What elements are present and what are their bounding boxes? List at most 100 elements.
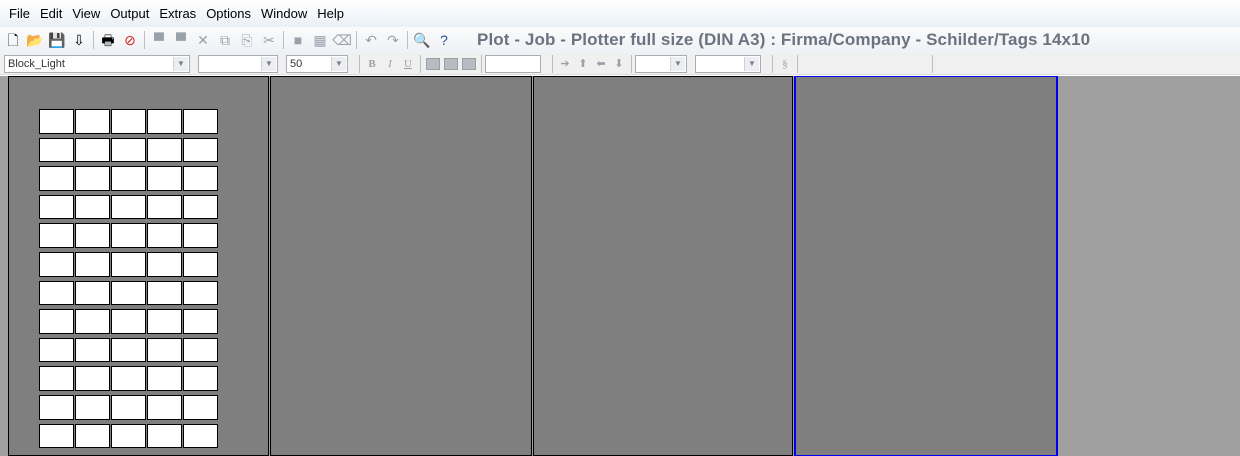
- tag-cell[interactable]: [39, 251, 74, 277]
- chevron-down-icon[interactable]: ▼: [670, 56, 685, 71]
- edit-tag-icon[interactable]: ▀: [170, 29, 192, 51]
- tag-cell[interactable]: [75, 251, 110, 277]
- help-icon[interactable]: ?: [433, 29, 455, 51]
- option-select-1[interactable]: ▼: [635, 54, 687, 73]
- paste-icon[interactable]: ⎘: [236, 29, 258, 51]
- tag-cell[interactable]: [147, 109, 182, 134]
- tag-cell[interactable]: [75, 109, 110, 134]
- new-tag-icon[interactable]: ▀: [148, 29, 170, 51]
- tag-cell[interactable]: [39, 309, 74, 334]
- tag-cell[interactable]: [39, 423, 74, 449]
- tag-cell[interactable]: [39, 223, 74, 248]
- tag-cell[interactable]: [111, 223, 146, 248]
- tag-cell[interactable]: [111, 280, 146, 306]
- arrow-left-icon[interactable]: ⬅: [592, 55, 610, 73]
- open-folder-icon[interactable]: 📂: [24, 29, 46, 51]
- tag-cell[interactable]: [183, 423, 218, 449]
- tag-cell[interactable]: [183, 337, 218, 363]
- tag-cell[interactable]: [147, 194, 182, 220]
- tag-cell[interactable]: [111, 366, 146, 391]
- tag-cell[interactable]: [147, 366, 182, 391]
- align-right-icon[interactable]: [460, 55, 478, 73]
- tag-cell[interactable]: [111, 109, 146, 134]
- tag-cell[interactable]: [147, 223, 182, 248]
- underline-button[interactable]: U: [399, 55, 417, 73]
- italic-button[interactable]: I: [381, 55, 399, 73]
- tag-cell[interactable]: [75, 194, 110, 220]
- option-select-2[interactable]: ▼: [695, 54, 761, 73]
- tag-cell[interactable]: [183, 109, 218, 134]
- tag-cell[interactable]: [75, 423, 110, 449]
- arrow-down-icon[interactable]: ⬇: [610, 55, 628, 73]
- tag-cell[interactable]: [111, 309, 146, 334]
- tag-cell[interactable]: [39, 137, 74, 163]
- sheet-panel-4[interactable]: [794, 76, 1058, 456]
- tag-cell[interactable]: [39, 366, 74, 391]
- tag-cell[interactable]: [75, 366, 110, 391]
- tag-cell[interactable]: [147, 309, 182, 334]
- tag-cell[interactable]: [183, 309, 218, 334]
- menu-extras[interactable]: Extras: [154, 0, 201, 27]
- tag-cell[interactable]: [75, 394, 110, 420]
- tag-cell[interactable]: [75, 337, 110, 363]
- save-icon[interactable]: 💾: [46, 29, 68, 51]
- align-center-icon[interactable]: [442, 55, 460, 73]
- format-icon[interactable]: §: [776, 55, 794, 73]
- undo-icon[interactable]: ↶: [360, 29, 382, 51]
- redo-icon[interactable]: ↷: [382, 29, 404, 51]
- tag-cell[interactable]: [75, 223, 110, 248]
- menu-edit[interactable]: Edit: [35, 0, 67, 27]
- tag-cell[interactable]: [111, 337, 146, 363]
- tag-cell[interactable]: [183, 194, 218, 220]
- size-select[interactable]: 50 ▼: [286, 54, 348, 73]
- menu-file[interactable]: File: [4, 0, 35, 27]
- tag-cell[interactable]: [75, 137, 110, 163]
- tag-cell[interactable]: [147, 166, 182, 191]
- arrow-up-icon[interactable]: ⬆: [574, 55, 592, 73]
- tag-cell[interactable]: [39, 194, 74, 220]
- tag-cell[interactable]: [111, 251, 146, 277]
- align-left-icon[interactable]: [424, 55, 442, 73]
- sheet-panel-3[interactable]: [533, 76, 793, 456]
- tag-cell[interactable]: [39, 166, 74, 191]
- tag-cell[interactable]: [183, 137, 218, 163]
- cut-icon[interactable]: ✂: [258, 29, 280, 51]
- layout-icon[interactable]: ▦: [309, 29, 331, 51]
- tag-cell[interactable]: [75, 309, 110, 334]
- fill-icon[interactable]: ■: [287, 29, 309, 51]
- tag-cell[interactable]: [75, 280, 110, 306]
- copy-icon[interactable]: ⧉: [214, 29, 236, 51]
- tag-cell[interactable]: [39, 109, 74, 134]
- chevron-down-icon[interactable]: ▼: [261, 56, 276, 71]
- chevron-down-icon[interactable]: ▼: [744, 56, 759, 71]
- tag-cell[interactable]: [39, 394, 74, 420]
- tag-cell[interactable]: [147, 394, 182, 420]
- value-field[interactable]: [485, 54, 541, 73]
- menu-output[interactable]: Output: [105, 0, 154, 27]
- tag-cell[interactable]: [75, 166, 110, 191]
- menu-view[interactable]: View: [67, 0, 105, 27]
- zoom-icon[interactable]: 🔍: [411, 29, 433, 51]
- chevron-down-icon[interactable]: ▼: [331, 56, 346, 71]
- tag-cell[interactable]: [111, 137, 146, 163]
- tag-cell[interactable]: [111, 166, 146, 191]
- bold-button[interactable]: B: [363, 55, 381, 73]
- tag-cell[interactable]: [111, 423, 146, 449]
- tag-cell[interactable]: [183, 166, 218, 191]
- chevron-down-icon[interactable]: ▼: [173, 56, 188, 71]
- tag-cell[interactable]: [183, 394, 218, 420]
- import-icon[interactable]: ⇩: [68, 29, 90, 51]
- stop-icon[interactable]: ⊘: [119, 29, 141, 51]
- menu-window[interactable]: Window: [256, 0, 312, 27]
- tag-cell[interactable]: [147, 337, 182, 363]
- sheet-panel-2[interactable]: [270, 76, 532, 456]
- tag-cell[interactable]: [183, 251, 218, 277]
- style-select[interactable]: ▼: [198, 54, 278, 73]
- tag-cell[interactable]: [183, 280, 218, 306]
- tag-cell[interactable]: [183, 223, 218, 248]
- tag-cell[interactable]: [147, 251, 182, 277]
- tag-cell[interactable]: [147, 423, 182, 449]
- tag-cell[interactable]: [111, 194, 146, 220]
- menu-help[interactable]: Help: [312, 0, 349, 27]
- print-icon[interactable]: 🖶: [97, 29, 119, 51]
